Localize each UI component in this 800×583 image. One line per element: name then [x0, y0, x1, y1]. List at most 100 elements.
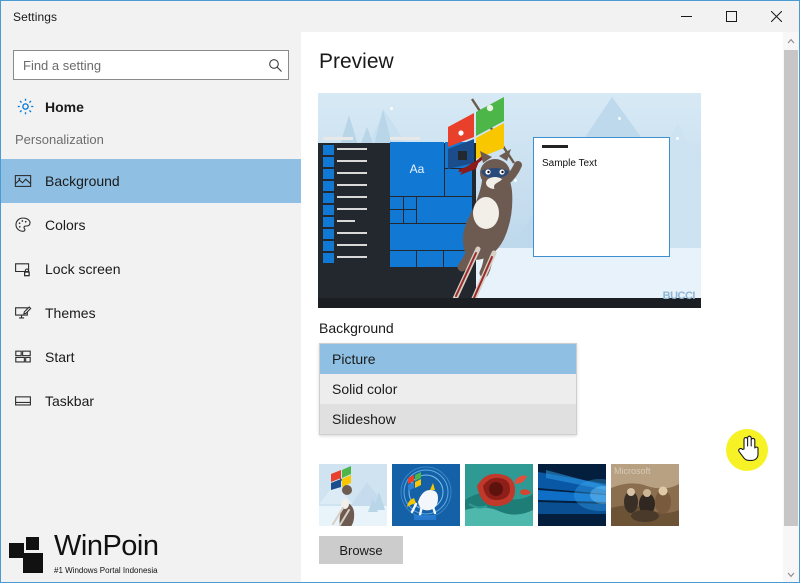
dropdown-option-slideshow[interactable]: Slideshow — [320, 404, 576, 434]
sidebar-item-home[interactable]: Home — [1, 89, 301, 124]
maximize-button[interactable] — [709, 1, 754, 32]
winpoin-logo-icon — [9, 537, 51, 577]
close-icon — [771, 11, 782, 22]
window-controls — [664, 1, 799, 32]
chevron-down-icon — [787, 572, 795, 577]
svg-text:Microsoft: Microsoft — [614, 466, 651, 476]
thumbnail-windows-hero[interactable] — [538, 464, 606, 526]
maximize-icon — [726, 11, 737, 22]
preview-snowflake — [390, 107, 393, 110]
window-title: Settings — [13, 9, 58, 24]
preview-start-chip — [323, 241, 334, 251]
sidebar-item-taskbar[interactable]: Taskbar — [1, 379, 301, 423]
preview-start-chip — [323, 193, 334, 203]
sidebar-item-themes[interactable]: Themes — [1, 291, 301, 335]
preview-start-line — [337, 208, 367, 210]
preview-artist-signature: BUCCI — [662, 290, 696, 302]
preview-tile — [390, 210, 403, 223]
minimize-button[interactable] — [664, 1, 709, 32]
preview-start-chip — [323, 169, 334, 179]
scroll-down-button[interactable] — [783, 566, 799, 582]
preview-start-chip — [323, 157, 334, 167]
hand-cursor-icon — [738, 435, 759, 461]
dropdown-option-solid-color[interactable]: Solid color — [320, 374, 576, 404]
thumbnail-unicorn-blue[interactable] — [392, 464, 460, 526]
winpoin-tagline: #1 Windows Portal Indonesia — [54, 566, 158, 575]
preview-taskbar — [318, 298, 701, 308]
thumbnail-ninja-cat-ski[interactable] — [319, 464, 387, 526]
sidebar-item-themes-label: Themes — [45, 305, 96, 321]
wallpaper-thumbnail-list: Microsoft — [319, 464, 684, 526]
preview-tile-aa-label: Aa — [409, 162, 425, 176]
dropdown-option-picture-label: Picture — [332, 351, 376, 367]
preview-start-chip — [323, 217, 334, 227]
sidebar-item-colors-label: Colors — [45, 217, 86, 233]
preview-tile — [390, 251, 416, 267]
sidebar-nav-list: Background Colors Lock screen Themes Sta… — [1, 159, 301, 423]
preview-tile — [404, 197, 416, 209]
minimize-icon — [681, 16, 692, 17]
search-box[interactable] — [13, 50, 289, 80]
settings-window: Settings Find a setting Home Personaliza… — [0, 0, 800, 583]
preview-start-line — [337, 184, 367, 186]
preview-window-titlebar — [542, 145, 568, 148]
dropdown-option-solid-color-label: Solid color — [332, 381, 398, 397]
sidebar-item-background-label: Background — [45, 173, 120, 189]
sidebar-item-colors[interactable]: Colors — [1, 203, 301, 247]
winpoin-watermark: WinPoin #1 Windows Portal Indonesia — [9, 532, 159, 577]
preview-start-chip — [323, 205, 334, 215]
preview-tile — [390, 197, 403, 209]
scroll-up-button[interactable] — [783, 32, 799, 49]
sidebar-section-title: Personalization — [15, 132, 104, 147]
background-section-label: Background — [319, 320, 394, 336]
preview-start-line — [337, 148, 367, 150]
desktop-preview: Aa Sample Text BUCCI — [318, 93, 701, 308]
background-type-dropdown[interactable]: Picture Solid color Slideshow — [319, 343, 577, 435]
preview-start-line — [337, 256, 367, 258]
winpoin-name: WinPoin — [54, 530, 159, 562]
preview-start-accent-line — [323, 137, 353, 140]
content-pane: Preview Aa Sample Text BUCCI Background … — [301, 32, 799, 582]
preview-tile-accent-line — [390, 137, 420, 140]
preview-start-line — [337, 172, 367, 174]
preview-start-chip — [323, 253, 334, 263]
browse-button[interactable]: Browse — [319, 536, 403, 564]
thumbnail-microsoft-art[interactable]: Microsoft — [611, 464, 679, 526]
browse-button-label: Browse — [339, 542, 383, 558]
brush-icon — [1, 304, 45, 322]
preview-start-chip — [323, 145, 334, 155]
preview-start-chip — [323, 181, 334, 191]
preview-tree — [340, 115, 358, 145]
taskbar-icon — [1, 392, 45, 410]
thumbnail-red-flower[interactable] — [465, 464, 533, 526]
dropdown-option-slideshow-label: Slideshow — [332, 411, 396, 427]
gear-icon — [5, 97, 45, 116]
preview-sample-window: Sample Text — [533, 137, 670, 257]
sidebar-item-lock-screen-label: Lock screen — [45, 261, 121, 277]
sidebar-item-start[interactable]: Start — [1, 335, 301, 379]
dropdown-option-picture[interactable]: Picture — [320, 344, 576, 374]
preview-sample-text: Sample Text — [542, 158, 597, 169]
preview-snowflake — [676, 137, 679, 140]
sidebar-item-home-label: Home — [45, 98, 84, 115]
preview-start-line — [337, 232, 367, 234]
lock-screen-icon — [1, 260, 45, 278]
scrollbar-thumb[interactable] — [784, 50, 798, 526]
preview-start-line — [337, 220, 355, 222]
preview-start-line — [337, 160, 367, 162]
search-input[interactable] — [14, 57, 262, 73]
preview-start-line — [337, 196, 367, 198]
sidebar-item-start-label: Start — [45, 349, 75, 365]
sidebar-item-taskbar-label: Taskbar — [45, 393, 95, 409]
sidebar-item-background[interactable]: Background — [1, 159, 301, 203]
preview-tile — [404, 210, 416, 223]
close-button[interactable] — [754, 1, 799, 32]
vertical-scrollbar[interactable] — [783, 32, 799, 582]
tiles-icon — [1, 348, 45, 366]
sidebar: Home Personalization Background — [1, 32, 301, 582]
title-bar[interactable]: Settings — [1, 1, 799, 32]
picture-icon — [1, 172, 45, 190]
preview-start-line — [337, 244, 367, 246]
sidebar-item-lock-screen[interactable]: Lock screen — [1, 247, 301, 291]
chevron-up-icon — [787, 38, 795, 43]
